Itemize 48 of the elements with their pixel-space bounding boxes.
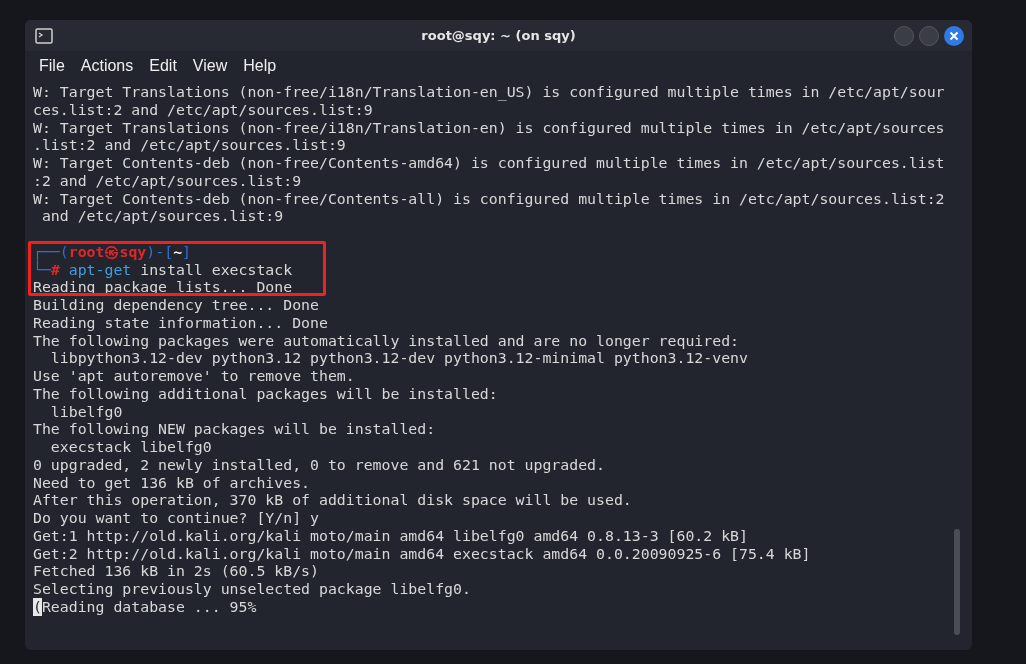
terminal-line: libpython3.12-dev python3.12 python3.12-dev python3.12-minimal python3.12-venv bbox=[49, 350, 749, 368]
terminal-line: The following packages were automatically installed and are no longer required: bbox=[33, 332, 740, 351]
terminal-line: :2 and /etc/apt/sources.list:9 bbox=[33, 172, 303, 191]
scrollbar-thumb[interactable] bbox=[954, 529, 960, 635]
terminal-line: W: Target Contents-deb (non-free/Contents-all) is configured multiple times in /etc/apt/sources.list:2 bbox=[33, 190, 946, 209]
menu-item[interactable]: Actions bbox=[80, 57, 142, 75]
terminal-line: Do you want to continue? [Y/n] y bbox=[33, 510, 320, 528]
terminal-line: libelfg0 bbox=[49, 403, 124, 422]
terminal-line: The following additional packages will be installed: bbox=[33, 385, 499, 404]
terminal-line: Reading state information... Done bbox=[33, 314, 329, 333]
prompt-user-host: root㉿sqy bbox=[68, 242, 147, 261]
command-arguments: install execstack bbox=[140, 260, 293, 279]
menu-item[interactable]: Edit bbox=[149, 57, 185, 75]
prompt-symbol: # bbox=[50, 260, 60, 279]
terminal-line: ces.list:2 and /etc/apt/sources.list:9 bbox=[33, 101, 373, 120]
prompt-frame: ┌──( bbox=[33, 242, 69, 261]
menu-item[interactable]: View bbox=[192, 57, 236, 75]
terminal-line: Building dependency tree... Done bbox=[33, 297, 320, 315]
terminal-line: .list:2 and /etc/apt/sources.list:9 bbox=[33, 137, 347, 155]
terminal-line: Selecting previously unselected package libelfg0. bbox=[33, 581, 472, 599]
prompt-frame: └─ bbox=[33, 260, 51, 279]
terminal-line: Fetched 136 kB in 2s (60.5 kB/s) bbox=[33, 563, 320, 581]
terminal-line: Use 'apt autoremove' to remove them. bbox=[33, 368, 356, 386]
terminal-line: execstack libelfg0 bbox=[49, 439, 213, 457]
terminal-line: Get:1 http://old.kali.org/kali moto/main amd64 libelfg0 amd64 0.8.13-3 [60.2 kB] bbox=[33, 527, 749, 546]
terminal-line: and /etc/apt/sources.list:9 bbox=[40, 208, 285, 226]
terminal-line: Need to get 136 kB of archives. bbox=[33, 474, 312, 493]
prompt-directory: ~ bbox=[173, 242, 183, 261]
menu-item[interactable]: Help bbox=[243, 57, 285, 75]
text-cursor: ( bbox=[33, 597, 42, 616]
window-title: root@sqy: ~ (on sqy) bbox=[420, 28, 577, 43]
command-name: apt-get bbox=[68, 260, 132, 279]
terminal-line: W: Target Contents-deb (non-free/Contents-amd64) is configured multiple times in /etc/apt/sources.list bbox=[33, 155, 946, 173]
terminal-line: The following NEW packages will be installed: bbox=[33, 421, 437, 439]
terminal-line: After this operation, 370 kB of additional disk space will be used. bbox=[33, 492, 633, 510]
terminal-line: W: Target Translations (non-free/i18n/Translation-en) is configured multiple times in /etc/apt/sources bbox=[33, 119, 946, 138]
minimize-button[interactable] bbox=[894, 25, 914, 46]
terminal-line: Reading database ... 95% bbox=[41, 597, 257, 616]
terminal-line: W: Target Translations (non-free/i18n/Translation-en_US) is configured multiple times in /etc/apt/sour bbox=[33, 84, 946, 102]
maximize-button[interactable] bbox=[919, 25, 939, 46]
close-icon[interactable] bbox=[944, 25, 964, 46]
terminal-line: Reading package lists... Done bbox=[33, 279, 294, 297]
prompt-frame: )-[ bbox=[146, 242, 174, 261]
prompt-frame: ] bbox=[182, 242, 191, 261]
menu-item[interactable]: File bbox=[39, 57, 73, 75]
terminal-line: Get:2 http://old.kali.org/kali moto/main amd64 execstack amd64 0.0.20090925-6 [75.4 kB] bbox=[33, 545, 812, 564]
terminal-line: 0 upgraded, 2 newly installed, 0 to remove and 621 not upgraded. bbox=[33, 456, 606, 475]
terminal-icon bbox=[35, 27, 53, 44]
